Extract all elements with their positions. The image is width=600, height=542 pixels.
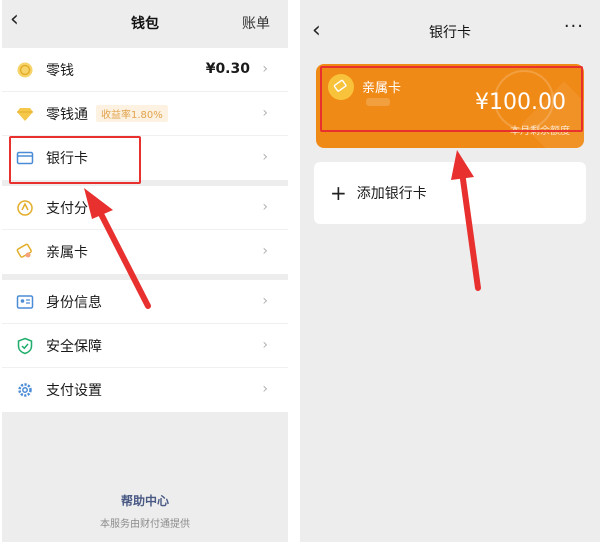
row-label: 零钱通 bbox=[46, 106, 88, 123]
row-label: 零钱 bbox=[46, 62, 74, 79]
more-dots-icon[interactable]: ··· bbox=[564, 16, 584, 37]
yield-badge: 收益率1.80% bbox=[96, 105, 168, 122]
chevron-right-icon: › bbox=[262, 243, 268, 259]
row-label: 亲属卡 bbox=[46, 245, 88, 261]
list-item-identity[interactable]: 身份信息 › bbox=[2, 280, 288, 324]
wallet-nav-bar: ‹ 钱包 账单 bbox=[2, 0, 288, 44]
id-info-icon bbox=[16, 293, 34, 311]
help-center-link[interactable]: 帮助中心 bbox=[2, 492, 288, 509]
chevron-right-icon: › bbox=[262, 105, 268, 121]
list-item-security[interactable]: 安全保障 › bbox=[2, 324, 288, 368]
plus-icon: + bbox=[330, 181, 347, 205]
list-item-payment-score[interactable]: 支付分 › bbox=[2, 186, 288, 230]
bank-card-highlight-box bbox=[9, 136, 141, 184]
wallet-screen: ‹ 钱包 账单 零钱 ¥0.30 › 零钱通 收益率1.80% › 银行卡 › bbox=[2, 0, 288, 542]
list-item-family-card[interactable]: 亲属卡 › bbox=[2, 230, 288, 274]
service-provider-note: 本服务由财付通提供 bbox=[100, 519, 190, 530]
chevron-right-icon: › bbox=[262, 337, 268, 353]
shield-icon bbox=[16, 337, 34, 355]
bill-button[interactable]: 账单 bbox=[242, 13, 270, 33]
add-bank-card-button[interactable]: + 添加银行卡 bbox=[314, 162, 586, 224]
row-label: 支付分 bbox=[46, 200, 88, 217]
coin-icon bbox=[16, 61, 34, 79]
payment-score-icon bbox=[16, 199, 34, 217]
family-card-highlight-box bbox=[320, 66, 583, 132]
chevron-right-icon: › bbox=[262, 149, 268, 165]
add-bank-card-label: 添加银行卡 bbox=[356, 186, 427, 202]
chevron-right-icon: › bbox=[262, 199, 268, 215]
list-item-pay-settings[interactable]: 支付设置 › bbox=[2, 368, 288, 412]
chevron-right-icon: › bbox=[262, 293, 268, 309]
row-label: 身份信息 bbox=[46, 294, 102, 311]
diamond-icon bbox=[16, 105, 34, 123]
row-label: 支付设置 bbox=[46, 383, 102, 399]
wallet-group-services: 支付分 › 亲属卡 › bbox=[2, 186, 288, 274]
chevron-right-icon: › bbox=[262, 61, 268, 77]
wallet-group-settings: 身份信息 › 安全保障 › 支付设置 › bbox=[2, 280, 288, 412]
family-card-icon bbox=[16, 243, 34, 261]
row-label: 安全保障 bbox=[46, 338, 102, 355]
bank-card-screen: ‹ 银行卡 ··· 亲属卡 ¥100.00 本月剩余额度 + 添加银行卡 bbox=[300, 0, 600, 542]
chevron-right-icon: › bbox=[262, 381, 268, 397]
page-title: 银行卡 bbox=[429, 25, 471, 41]
list-item-licaitong[interactable]: 零钱通 收益率1.80% › bbox=[2, 92, 288, 136]
list-item-change[interactable]: 零钱 ¥0.30 › bbox=[2, 48, 288, 92]
balance-value: ¥0.30 bbox=[205, 61, 250, 77]
gear-icon bbox=[16, 381, 34, 399]
